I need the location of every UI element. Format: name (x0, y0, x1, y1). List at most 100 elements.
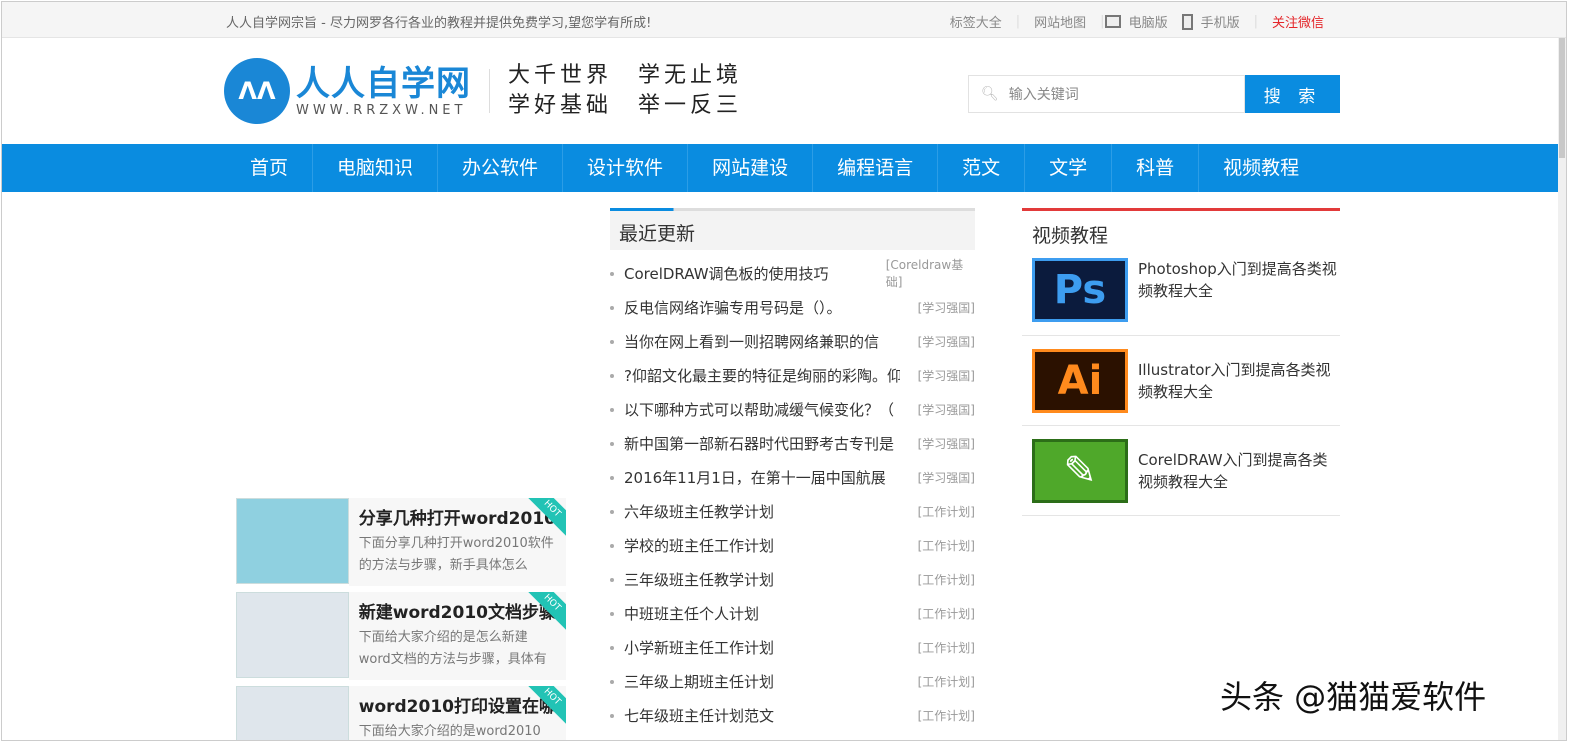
nav-science[interactable]: 科普 (1112, 144, 1200, 192)
thumbnail (236, 592, 349, 678)
illustrator-icon: Ai (1032, 348, 1128, 413)
divider (489, 69, 490, 113)
phone-icon (1181, 13, 1193, 30)
watermark: 头条 @猫猫爱软件 (1220, 678, 1487, 716)
list-item[interactable]: 小学新班主任工作计划 [工作计划] (610, 630, 975, 664)
list-item[interactable]: 反电信网络诈骗专用号码是（）。 [学习强国] (610, 290, 975, 324)
featured-list: 分享几种打开word2010 下面分享几种打开word2010软件的方法与步骤，新… (236, 498, 566, 740)
card-title[interactable]: 分享几种打开word2010 (359, 504, 556, 529)
card-title[interactable]: word2010打印设置在哪 (359, 692, 556, 717)
top-bar: 人人自学网宗旨 - 尽力网罗各行各业的教程并提供免费学习,望您学有所成! 标签大… (2, 2, 1566, 38)
item-category[interactable]: [工作计划] (918, 571, 975, 588)
item-title[interactable]: 六年级班主任教学计划 (610, 501, 900, 522)
item-category[interactable]: [工作计划] (918, 537, 975, 554)
item-category[interactable]: [工作计划] (918, 673, 975, 690)
scrollbar[interactable] (1558, 38, 1566, 740)
monitor-icon (1104, 15, 1121, 28)
nav-video[interactable]: 视频教程 (1199, 144, 1323, 192)
thumbnail (236, 498, 349, 584)
nav-essays[interactable]: 范文 (938, 144, 1026, 192)
list-item[interactable]: 2016年11月1日，在第十一届中国航展 [学习强国] (610, 460, 975, 494)
logo-url: WWW.RRZXW.NET (296, 102, 467, 118)
sitemap-link[interactable]: 网站地图 (1020, 12, 1100, 31)
item-category[interactable]: [工作计划] (918, 503, 975, 520)
item-title[interactable]: 反电信网络诈骗专用号码是（）。 (610, 297, 900, 318)
follow-wechat-link[interactable]: 关注微信 (1258, 12, 1338, 31)
item-category[interactable]: [学习强国] (918, 299, 975, 316)
card-title[interactable]: 新建word2010文档步骤 (359, 598, 556, 623)
coreldraw-icon: ✎ (1032, 438, 1128, 503)
item-title[interactable]: 2016年11月1日，在第十一届中国航展 (610, 467, 900, 488)
browser-page: 人人自学网宗旨 - 尽力网罗各行各业的教程并提供免费学习,望您学有所成! 标签大… (1, 1, 1567, 741)
item-title[interactable]: 学校的班主任工作计划 (610, 535, 900, 556)
video-item[interactable]: ✎ CorelDRAW入门到提高各类视频教程大全 (1022, 426, 1340, 516)
logo-name: 人人自学网 (296, 63, 471, 104)
list-item[interactable]: 三年级上期班主任计划 [工作计划] (610, 664, 975, 698)
card-desc: 下面给大家介绍的是怎么新建word文档的方法与步骤，具体有 (358, 630, 547, 667)
list-item[interactable]: 七年级班主任计划范文 [工作计划] (610, 698, 975, 732)
item-title[interactable]: 七年级班主任计划范文 (610, 705, 900, 726)
site-slogan: 人人自学网宗旨 - 尽力网罗各行各业的教程并提供免费学习,望您学有所成! (226, 16, 652, 31)
item-category[interactable]: [学习强国] (918, 435, 975, 452)
list-item[interactable]: 学校的班主任工作计划 [工作计划] (610, 528, 975, 562)
list-item[interactable]: CorelDRAW调色板的使用技巧 [Coreldraw基础] (610, 256, 975, 290)
item-category[interactable]: [Coreldraw基础] (886, 256, 975, 290)
list-item[interactable]: 以下哪种方式可以帮助减缓气候变化？（ [学习强国] (610, 392, 975, 426)
featured-card[interactable]: 分享几种打开word2010 下面分享几种打开word2010软件的方法与步骤，新… (236, 498, 566, 586)
search-input[interactable]: 🔍︎ 输入关键词 (968, 75, 1245, 113)
video-item[interactable]: Ai Illustrator入门到提高各类视频教程大全 (1022, 336, 1340, 426)
nav-programming[interactable]: 编程语言 (813, 144, 939, 192)
item-category[interactable]: [工作计划] (918, 707, 975, 724)
item-title[interactable]: ?仰韶文化最主要的特征是绚丽的彩陶。仰 (610, 365, 900, 386)
thumbnail (236, 686, 349, 740)
featured-card[interactable]: word2010打印设置在哪 下面给大家介绍的是word2010 HOT (236, 686, 566, 740)
list-item[interactable]: 新中国第一部新石器时代田野考古专刊是 [学习强国] (610, 426, 975, 460)
scrollbar-thumb[interactable] (1559, 38, 1565, 158)
nav-computer[interactable]: 电脑知识 (313, 144, 439, 192)
video-item[interactable]: Ps Photoshop入门到提高各类视频教程大全 (1022, 258, 1340, 336)
item-title[interactable]: 当你在网上看到一则招聘网络兼职的信 (610, 331, 900, 352)
tags-link[interactable]: 标签大全 (936, 12, 1016, 31)
item-category[interactable]: [学习强国] (918, 469, 975, 486)
list-item[interactable]: 六年级班主任教学计划 [工作计划] (610, 494, 975, 528)
recent-updates: 最近更新 CorelDRAW调色板的使用技巧 [Coreldraw基础] 反电信网络… (610, 208, 975, 732)
search-button[interactable]: 搜 索 (1245, 75, 1340, 113)
item-title[interactable]: 三年级上期班主任计划 (610, 671, 900, 692)
item-category[interactable]: [工作计划] (918, 605, 975, 622)
nav-web[interactable]: 网站建设 (688, 144, 814, 192)
desktop-link[interactable]: 电脑版 (1129, 12, 1182, 31)
section-title: 视频教程 (1032, 225, 1109, 247)
header: ᐱᐱ 人人自学网 WWW.RRZXW.NET 大千世界 学无止境 学好基础 举一反三… (2, 38, 1566, 144)
video-tutorials: 视频教程 Ps Photoshop入门到提高各类视频教程大全 Ai Illustrat… (1022, 208, 1340, 516)
nav-home[interactable]: 首页 (226, 144, 314, 192)
item-category[interactable]: [学习强国] (918, 367, 975, 384)
motto-line-2: 学好基础 举一反三 (508, 93, 743, 118)
nav-design[interactable]: 设计软件 (563, 144, 689, 192)
video-title[interactable]: Photoshop入门到提高各类视频教程大全 (1138, 258, 1340, 302)
search-placeholder: 输入关键词 (1008, 87, 1079, 103)
item-title[interactable]: 以下哪种方式可以帮助减缓气候变化？（ (610, 399, 900, 420)
list-item[interactable]: 中班班主任个人计划 [工作计划] (610, 596, 975, 630)
list-item[interactable]: 三年级班主任教学计划 [工作计划] (610, 562, 975, 596)
item-category[interactable]: [学习强国] (918, 401, 975, 418)
list-item[interactable]: 当你在网上看到一则招聘网络兼职的信 [学习强国] (610, 324, 975, 358)
card-desc: 下面给大家介绍的是word2010 (358, 724, 541, 739)
item-category[interactable]: [学习强国] (918, 333, 975, 350)
nav-office[interactable]: 办公软件 (438, 144, 564, 192)
search-form: 🔍︎ 输入关键词 搜 索 (968, 75, 1340, 113)
video-title[interactable]: CorelDRAW入门到提高各类视频教程大全 (1138, 449, 1340, 493)
featured-card[interactable]: 新建word2010文档步骤下面给大家介绍的是怎么新建word文档的方法与步骤，… (236, 592, 566, 680)
item-title[interactable]: 小学新班主任工作计划 (610, 637, 900, 658)
nav-literature[interactable]: 文学 (1025, 144, 1113, 192)
item-title[interactable]: CorelDRAW调色板的使用技巧 (610, 263, 886, 284)
site-logo[interactable]: ᐱᐱ 人人自学网 WWW.RRZXW.NET 大千世界 学无止境 学好基础 举一反三 (224, 58, 742, 124)
item-title[interactable]: 三年级班主任教学计划 (610, 569, 900, 590)
video-title[interactable]: Illustrator入门到提高各类视频教程大全 (1138, 359, 1340, 403)
card-desc: 下面分享几种打开word2010软件的方法与步骤，新手具体怎么 (358, 536, 554, 573)
item-category[interactable]: [工作计划] (918, 639, 975, 656)
list-item[interactable]: ?仰韶文化最主要的特征是绚丽的彩陶。仰 [学习强国] (610, 358, 975, 392)
item-title[interactable]: 新中国第一部新石器时代田野考古专刊是 (610, 433, 900, 454)
mobile-link[interactable]: 手机版 (1201, 12, 1254, 31)
motto-line-1: 大千世界 学无止境 (508, 63, 743, 88)
item-title[interactable]: 中班班主任个人计划 (610, 603, 900, 624)
